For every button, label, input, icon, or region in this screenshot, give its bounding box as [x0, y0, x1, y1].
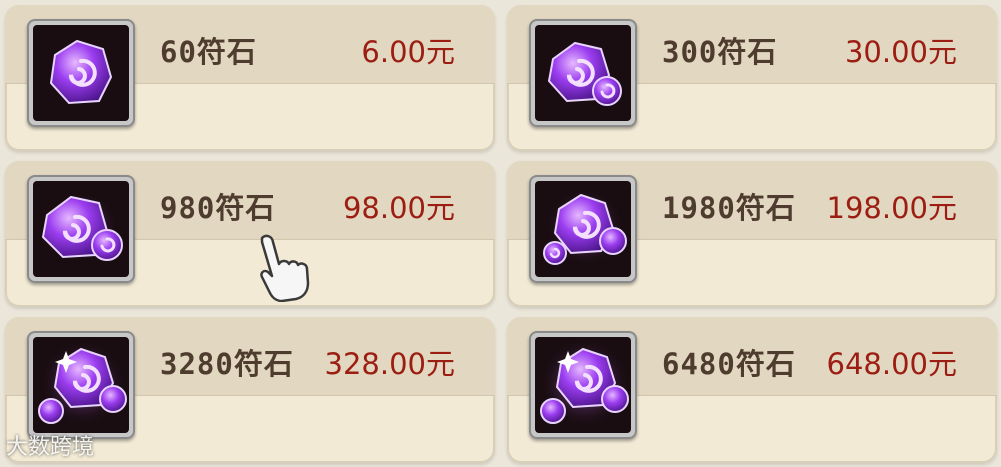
watermark: 大数跨境	[6, 435, 95, 460]
product-price: 328.00元	[324, 347, 455, 381]
product-price: 648.00元	[826, 347, 957, 381]
product-card-300[interactable]: 300符石 30.00元	[507, 5, 997, 151]
gem-pair-icon	[27, 175, 135, 283]
pointing-hand-icon	[260, 234, 310, 302]
product-name: 3280符石	[160, 347, 294, 381]
recharge-shop: { "products": [ {"name": "60符石", "price"…	[0, 0, 1001, 467]
product-card-6480[interactable]: 6480符石 648.00元	[507, 317, 997, 463]
product-price: 6.00元	[361, 35, 455, 69]
product-price: 198.00元	[826, 191, 957, 225]
product-card-980[interactable]: 980符石 98.00元	[5, 161, 495, 307]
product-name: 60符石	[160, 35, 257, 69]
gem-small-icon	[27, 19, 135, 127]
product-card-60[interactable]: 60符石 6.00元	[5, 5, 495, 151]
product-name: 1980符石	[662, 191, 796, 225]
product-price: 98.00元	[342, 191, 455, 225]
gem-trio-glow-icon	[27, 331, 135, 439]
gem-pair-icon	[529, 19, 637, 127]
gem-trio-glow-icon	[529, 331, 637, 439]
product-name: 300符石	[662, 35, 778, 69]
product-card-1980[interactable]: 1980符石 198.00元	[507, 161, 997, 307]
product-price: 30.00元	[844, 35, 957, 69]
gem-trio-icon	[529, 175, 637, 283]
product-name: 980符石	[160, 191, 276, 225]
product-name: 6480符石	[662, 347, 796, 381]
